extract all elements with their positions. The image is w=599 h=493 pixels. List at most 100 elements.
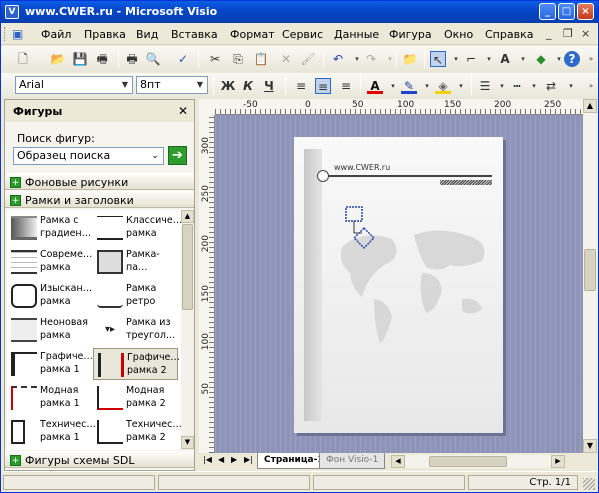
fill-color-dropdown-icon[interactable]: ▾ bbox=[453, 78, 469, 94]
menu-data[interactable]: Данные bbox=[334, 28, 379, 41]
chevron-down-icon[interactable]: ▼ bbox=[194, 78, 206, 92]
prev-page-icon[interactable]: ◀ bbox=[218, 455, 224, 464]
shape-item[interactable]: Модная рамка 2 bbox=[93, 382, 178, 414]
next-page-icon[interactable]: ▶ bbox=[231, 455, 237, 464]
doc-icon[interactable]: ▣ bbox=[12, 27, 23, 41]
align-right-icon[interactable]: ≡ bbox=[338, 78, 354, 94]
last-page-icon[interactable]: ▶| bbox=[244, 455, 253, 464]
cut-icon[interactable]: ✂ bbox=[207, 51, 223, 67]
line-pattern-dropdown-icon[interactable]: ▾ bbox=[526, 78, 542, 94]
italic-button[interactable]: К bbox=[240, 78, 256, 94]
underline-button[interactable]: Ч bbox=[261, 78, 277, 94]
shape-item[interactable]: Классиче… рамка bbox=[93, 212, 182, 244]
print-icon[interactable]: 🖶 bbox=[124, 51, 140, 67]
delete-icon[interactable]: ✕ bbox=[278, 51, 294, 67]
selected-shape[interactable] bbox=[342, 203, 376, 253]
search-input[interactable]: Образец поиска bbox=[17, 149, 110, 162]
shapes-window-icon[interactable]: 📁 bbox=[402, 51, 418, 67]
line-color-dropdown-icon[interactable]: ▾ bbox=[419, 78, 435, 94]
search-field[interactable]: Образец поиска ⌄ bbox=[13, 147, 164, 165]
resize-grip-icon[interactable] bbox=[583, 478, 595, 490]
font-color-icon[interactable]: A bbox=[367, 78, 383, 94]
bold-button[interactable]: Ж bbox=[220, 78, 236, 94]
minimize-button[interactable]: _ bbox=[539, 3, 556, 20]
vertical-scrollbar[interactable]: ▲ ▼ bbox=[583, 99, 597, 453]
shape-item[interactable]: Модная рамка 1 bbox=[7, 382, 92, 414]
text-tool-icon[interactable]: A bbox=[497, 51, 513, 67]
redo-icon[interactable]: ↷ bbox=[363, 51, 379, 67]
text-dropdown-icon[interactable]: ▾ bbox=[515, 51, 531, 67]
chevron-down-icon[interactable]: ⌄ bbox=[148, 149, 162, 163]
scroll-up-icon[interactable]: ▲ bbox=[181, 210, 194, 223]
copy-icon[interactable]: ⎘ bbox=[230, 51, 246, 67]
connector-dropdown-icon[interactable]: ▾ bbox=[481, 51, 497, 67]
scroll-left-icon[interactable]: ◀ bbox=[391, 455, 405, 468]
fill-color-icon[interactable]: ◈ bbox=[435, 78, 451, 94]
search-go-button[interactable]: ➔ bbox=[168, 146, 187, 165]
format-painter-icon[interactable]: 🖌 bbox=[300, 51, 316, 67]
print-preview-icon[interactable]: 🔍 bbox=[145, 51, 161, 67]
stencil-icon[interactable]: ◆ bbox=[533, 51, 549, 67]
maximize-button[interactable]: □ bbox=[558, 3, 575, 20]
stencil-borders-titles[interactable]: + Рамки и заголовки bbox=[5, 191, 194, 208]
scroll-down-icon[interactable]: ▼ bbox=[583, 439, 597, 453]
first-page-icon[interactable]: |◀ bbox=[203, 455, 212, 464]
shape-item[interactable]: Рамка с градиен… bbox=[7, 212, 92, 244]
menu-tools[interactable]: Сервис bbox=[282, 28, 323, 41]
help-icon[interactable]: ? bbox=[564, 51, 580, 67]
menu-help[interactable]: Справка bbox=[485, 28, 533, 41]
line-weight-dropdown-icon[interactable]: ▾ bbox=[494, 78, 510, 94]
new-icon[interactable]: 🗋 bbox=[15, 51, 31, 67]
toolbar-options-icon[interactable]: » bbox=[583, 51, 598, 67]
line-weight-icon[interactable]: ☰ bbox=[477, 78, 493, 94]
doc-minimize-icon[interactable]: _ bbox=[546, 27, 552, 40]
shape-item[interactable]: Рамка ретро bbox=[93, 280, 178, 312]
paste-icon[interactable]: 📋 bbox=[253, 51, 269, 67]
menu-shape[interactable]: Фигура bbox=[389, 28, 432, 41]
font-size-combo[interactable]: 8пт ▼ bbox=[136, 76, 208, 94]
menu-insert[interactable]: Вставка bbox=[171, 28, 218, 41]
connector-tool-icon[interactable]: ⌐ bbox=[463, 51, 479, 67]
stencil-sdl[interactable]: + Фигуры схемы SDL bbox=[5, 451, 194, 468]
font-color-dropdown-icon[interactable]: ▾ bbox=[385, 78, 401, 94]
line-color-icon[interactable]: ✎ bbox=[401, 78, 417, 94]
line-ends-dropdown-icon[interactable]: ▾ bbox=[563, 78, 579, 94]
undo-icon[interactable]: ↶ bbox=[330, 51, 346, 67]
doc-close-icon[interactable]: × bbox=[581, 27, 590, 40]
doc-restore-icon[interactable]: ❐ bbox=[563, 27, 573, 40]
scroll-down-icon[interactable]: ▼ bbox=[181, 436, 194, 449]
shapes-scrollbar[interactable]: ▲ ▼ bbox=[181, 210, 194, 450]
scroll-right-icon[interactable]: ▶ bbox=[551, 455, 565, 468]
save-icon[interactable]: 💾 bbox=[72, 51, 88, 67]
shape-item[interactable]: Графиче… рамка 1 bbox=[7, 348, 93, 380]
shape-item[interactable]: Неоновая рамка bbox=[7, 314, 92, 346]
menu-edit[interactable]: Правка bbox=[84, 28, 126, 41]
open-icon[interactable]: 📂 bbox=[50, 51, 66, 67]
shape-item[interactable]: Техничес… рамка 1 bbox=[7, 416, 96, 448]
stencil-background[interactable]: + Фоновые рисунки bbox=[5, 173, 194, 190]
align-left-icon[interactable]: ≡ bbox=[293, 78, 309, 94]
drawing-page[interactable]: www.CWER.ru bbox=[294, 137, 503, 433]
menu-window[interactable]: Окно bbox=[444, 28, 473, 41]
scroll-up-icon[interactable]: ▲ bbox=[583, 99, 597, 113]
mail-icon[interactable]: 🖷 bbox=[94, 51, 110, 67]
tab-background-1[interactable]: Фон Visio-1 bbox=[319, 453, 386, 469]
shape-item[interactable]: ▾▸ Рамка из треугол… bbox=[93, 314, 178, 346]
scroll-thumb[interactable] bbox=[182, 224, 193, 310]
scroll-thumb[interactable] bbox=[429, 456, 507, 467]
chevron-down-icon[interactable]: ▼ bbox=[119, 78, 131, 92]
menu-view[interactable]: Вид bbox=[136, 28, 158, 41]
shape-item[interactable]: Изыскан… рамка bbox=[7, 280, 92, 312]
shape-item[interactable]: Графиче… рамка 2 bbox=[93, 348, 180, 380]
font-combo[interactable]: Arial ▼ bbox=[15, 76, 133, 94]
close-icon[interactable]: ✕ bbox=[178, 104, 188, 118]
shape-item[interactable]: Совреме… рамка bbox=[7, 246, 92, 278]
horizontal-scrollbar[interactable] bbox=[405, 455, 551, 468]
scroll-thumb[interactable] bbox=[584, 249, 596, 291]
pointer-dropdown-icon[interactable]: ▾ bbox=[448, 51, 464, 67]
spelling-icon[interactable]: ✓ bbox=[175, 51, 191, 67]
line-ends-icon[interactable]: ⇄ bbox=[543, 78, 559, 94]
close-button[interactable]: × bbox=[577, 3, 594, 20]
format-options-icon[interactable]: » bbox=[583, 78, 598, 94]
menu-file[interactable]: Файл bbox=[41, 28, 71, 41]
